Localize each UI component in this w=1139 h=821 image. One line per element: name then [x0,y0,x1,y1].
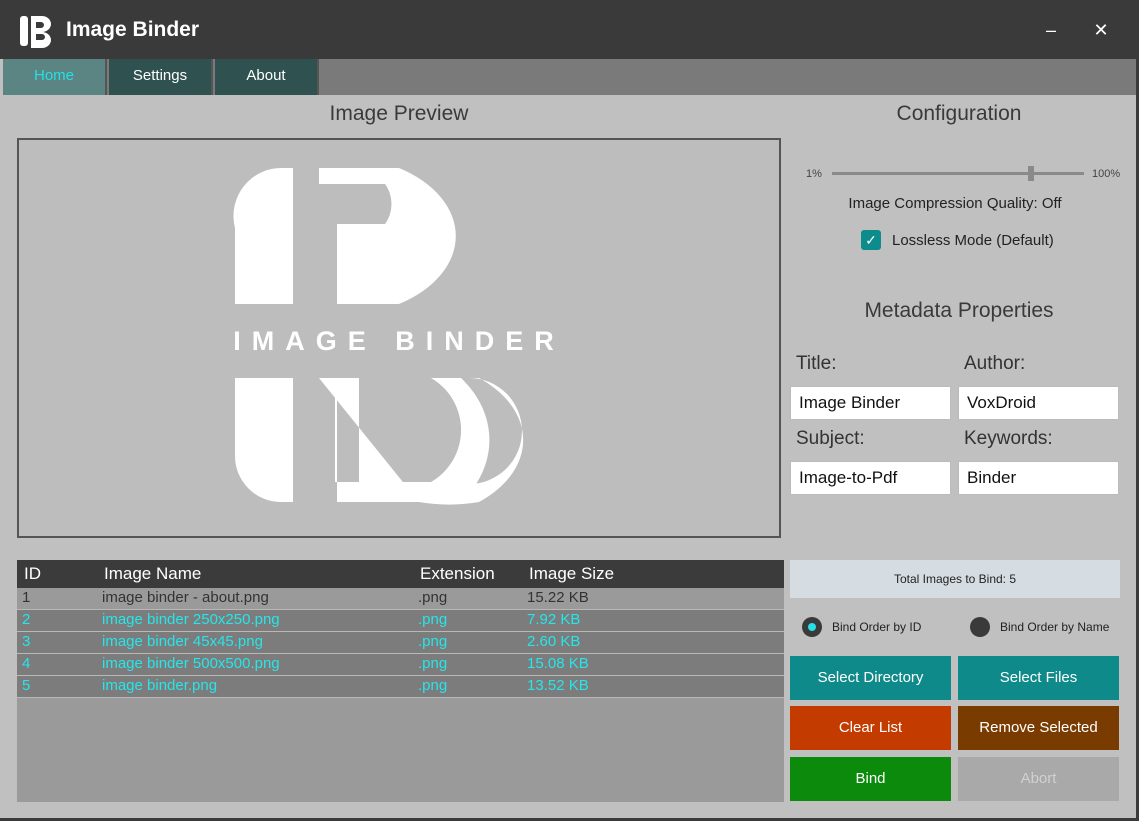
table-row[interactable]: 5 image binder.png .png 13.52 KB [17,676,784,698]
cell-name: image binder 250x250.png [102,611,280,628]
bind-order-id-radio[interactable] [802,617,822,637]
subject-field[interactable]: Image-to-Pdf [790,461,951,495]
app-window: Image Binder – ✕ Home Settings About Ima… [0,0,1139,821]
tab-settings[interactable]: Settings [109,59,213,95]
select-directory-button[interactable]: Select Directory [790,656,951,700]
cell-extension: .png [418,633,448,650]
cell-extension: .png [418,611,448,628]
logo-text: IMAGE BINDER [233,326,565,356]
subject-label: Subject: [796,428,865,449]
title-field[interactable]: Image Binder [790,386,951,420]
header-extension[interactable]: Extension [420,564,495,584]
cell-id: 5 [22,677,31,694]
slider-max-label: 100% [1092,168,1121,180]
lossless-checkbox[interactable]: ✓ [861,230,881,250]
image-preview: IMAGE BINDER [17,138,781,538]
app-logo-icon [20,16,51,48]
author-label: Author: [964,353,1026,374]
minimize-icon[interactable]: – [1037,16,1065,44]
header-id[interactable]: ID [24,564,41,584]
tab-home[interactable]: Home [3,59,107,95]
bind-order-name-label: Bind Order by Name [1000,620,1110,634]
cell-size: 13.52 KB [527,677,589,694]
cell-extension: .png [418,655,448,672]
nav-bar: Home Settings About [3,59,1136,95]
cell-size: 15.08 KB [527,655,589,672]
compression-quality-text: Image Compression Quality: Off [848,195,1062,212]
table-header: ID Image Name Extension Image Size [17,560,784,588]
cell-id: 4 [22,655,31,672]
clear-list-button[interactable]: Clear List [790,706,951,750]
tab-about[interactable]: About [215,59,319,95]
bind-order-id-label: Bind Order by ID [832,620,922,634]
total-images-info: Total Images to Bind: 5 [790,560,1120,598]
cell-size: 7.92 KB [527,611,581,628]
image-table[interactable]: ID Image Name Extension Image Size 1 ima… [17,560,784,802]
header-image-name[interactable]: Image Name [104,564,201,584]
remove-selected-button[interactable]: Remove Selected [958,706,1119,750]
cell-name: image binder - about.png [102,589,269,606]
cell-name: image binder.png [102,677,218,694]
title-label: Title: [796,353,837,374]
bind-order-name-radio[interactable] [970,617,990,637]
author-field[interactable]: VoxDroid [958,386,1119,420]
lossless-label: Lossless Mode (Default) [892,232,1054,249]
keywords-field[interactable]: Binder [958,461,1119,495]
cell-name: image binder 500x500.png [102,655,280,672]
cell-id: 3 [22,633,31,650]
abort-button[interactable]: Abort [958,757,1119,801]
cell-size: 15.22 KB [527,589,589,606]
image-preview-title: Image Preview [329,102,469,125]
cell-extension: .png [418,677,448,694]
configuration-title: Configuration [896,102,1022,125]
cell-name: image binder 45x45.png [102,633,263,650]
table-row[interactable]: 1 image binder - about.png .png 15.22 KB [17,588,784,610]
cell-size: 2.60 KB [527,633,581,650]
checkmark-icon: ✓ [865,232,877,248]
keywords-label: Keywords: [964,428,1053,449]
cell-id: 1 [22,589,31,606]
cell-id: 2 [22,611,31,628]
header-image-size[interactable]: Image Size [529,564,614,584]
bind-button[interactable]: Bind [790,757,951,801]
table-row[interactable]: 2 image binder 250x250.png .png 7.92 KB [17,610,784,632]
app-title: Image Binder [66,18,200,41]
title-bar[interactable]: Image Binder – ✕ [0,0,1136,59]
select-files-button[interactable]: Select Files [958,656,1119,700]
slider-min-label: 1% [806,168,822,180]
close-icon[interactable]: ✕ [1087,16,1115,44]
compression-slider[interactable] [832,172,1084,175]
table-row[interactable]: 3 image binder 45x45.png .png 2.60 KB [17,632,784,654]
compression-slider-thumb[interactable] [1028,166,1035,181]
table-row[interactable]: 4 image binder 500x500.png .png 15.08 KB [17,654,784,676]
metadata-title: Metadata Properties [864,299,1054,322]
cell-extension: .png [418,589,448,606]
